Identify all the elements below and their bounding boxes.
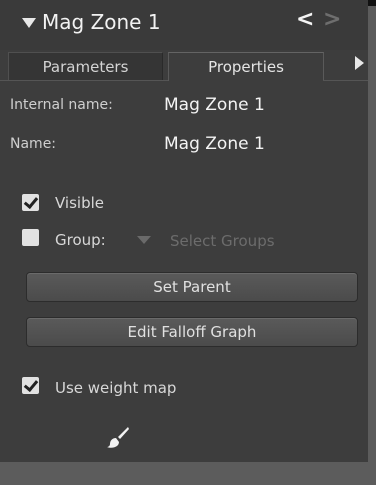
name-label: Name:	[10, 136, 57, 152]
checkmark-icon	[23, 376, 39, 393]
panel-header: Mag Zone 1 < >	[0, 0, 368, 50]
visible-checkbox[interactable]	[22, 193, 39, 211]
panel-bottom-edge	[0, 462, 376, 485]
caret-right-icon[interactable]	[355, 56, 364, 70]
back-arrow-icon[interactable]: <	[296, 9, 314, 31]
select-groups-dropdown: Select Groups	[170, 232, 275, 250]
group-checkbox[interactable]	[22, 229, 39, 246]
use-weight-map-label: Use weight map	[55, 379, 177, 397]
corner-mark	[368, 0, 376, 6]
panel-right-edge	[368, 0, 376, 485]
tab-parameters[interactable]: Parameters	[8, 52, 163, 81]
internal-name-label: Internal name:	[10, 97, 113, 113]
caret-down-icon[interactable]	[22, 18, 36, 28]
dropdown-caret-icon	[137, 236, 151, 244]
paint-brush-icon[interactable]	[106, 425, 130, 449]
group-label: Group:	[55, 231, 106, 249]
tab-properties[interactable]: Properties	[168, 52, 324, 81]
forward-arrow-icon[interactable]: >	[323, 9, 341, 31]
set-parent-button[interactable]: Set Parent	[26, 272, 358, 302]
checkmark-icon	[23, 193, 39, 210]
visible-label: Visible	[55, 194, 104, 212]
tab-divider	[0, 80, 168, 81]
use-weight-map-checkbox[interactable]	[22, 376, 39, 394]
edit-falloff-graph-button[interactable]: Edit Falloff Graph	[26, 317, 358, 347]
node-title: Mag Zone 1	[42, 10, 161, 34]
internal-name-value: Mag Zone 1	[164, 95, 265, 115]
properties-panel: Mag Zone 1 < > Parameters Properties Int…	[0, 0, 376, 485]
name-value[interactable]: Mag Zone 1	[164, 134, 265, 154]
tab-divider	[323, 80, 368, 81]
